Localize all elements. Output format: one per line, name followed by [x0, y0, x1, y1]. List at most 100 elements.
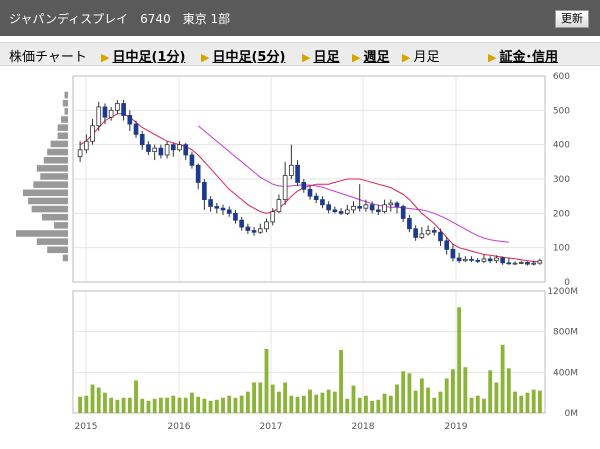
volume-profile-bar [57, 124, 68, 131]
volume-bar [264, 348, 269, 413]
volume-bar [233, 397, 238, 413]
candle-body [301, 182, 307, 190]
volume-tick-label: 0M [565, 409, 579, 419]
candle-body [158, 147, 164, 156]
volume-bar [158, 397, 163, 413]
volume-profile-bar [43, 156, 68, 164]
volume-profile-bar [47, 246, 68, 254]
volume-bar [96, 387, 101, 413]
volume-bar [426, 387, 430, 413]
candle-body [438, 231, 443, 242]
x-tick-label: 2016 [168, 422, 191, 432]
volume-bar [121, 397, 126, 413]
candle-body [400, 206, 406, 219]
candle-body [518, 262, 524, 264]
candle-body [183, 144, 189, 156]
volume-profile-bar [42, 213, 68, 221]
candle-body [226, 209, 232, 214]
candle-body [369, 204, 375, 211]
volume-bar [252, 382, 257, 413]
volume-tick-label: 400M [553, 368, 578, 378]
volume-bar [90, 384, 95, 413]
price-tick-label: 300 [553, 175, 570, 185]
candle-body [475, 259, 481, 262]
volume-bar [513, 391, 517, 413]
volume-bar [475, 395, 480, 413]
volume-bar [134, 380, 138, 413]
volume-bar [469, 397, 474, 413]
volume-profile-bar [50, 140, 68, 148]
volume-bar [177, 397, 182, 413]
volume-bar [314, 394, 319, 413]
candle-body [481, 258, 487, 262]
volume-bar [413, 390, 418, 413]
x-tick-label: 2015 [75, 422, 98, 432]
volume-bar [339, 349, 343, 413]
volume-profile-bar [31, 205, 69, 213]
volume-bar [165, 397, 170, 413]
volume-profile-bar [28, 197, 69, 205]
volume-profile-bar [33, 181, 68, 188]
volume-bar [432, 397, 437, 413]
volume-bar [332, 391, 337, 413]
candle-body [83, 140, 89, 151]
volume-bar [531, 389, 536, 413]
candle-body [313, 195, 319, 201]
candle-body [531, 262, 537, 265]
candle-body [444, 240, 450, 250]
candle-body [500, 257, 505, 264]
candle-body [121, 103, 126, 116]
price-tick-label: 500 [553, 106, 570, 116]
volume-bar [482, 398, 486, 413]
candle-body [326, 204, 331, 211]
volume-profile-bar [47, 148, 68, 156]
volume-profile-bar [40, 173, 68, 180]
candle-body [245, 226, 251, 231]
candle-body [96, 106, 102, 127]
candle-body [146, 144, 151, 152]
candle-body [189, 154, 195, 166]
volume-bar [457, 307, 462, 413]
volume-bar [270, 384, 275, 413]
candle-body [469, 258, 474, 261]
volume-bar [407, 373, 412, 413]
volume-bar [345, 398, 350, 413]
candle-body [388, 202, 394, 206]
candle-body [320, 199, 325, 206]
stock-chart: 2015 2016 2017 2018 201901002003004005006000… [16, 72, 579, 432]
volume-profile-bar [22, 189, 68, 197]
volume-bar [84, 395, 89, 413]
candle-body [251, 230, 257, 233]
volume-profile-bar [64, 91, 68, 99]
volume-bar [227, 395, 232, 413]
x-tick-label: 2019 [445, 422, 468, 432]
volume-bar [363, 395, 368, 413]
candle-body [425, 230, 431, 235]
candle-body [537, 260, 543, 264]
candle-body [506, 262, 512, 265]
candle-body [289, 164, 294, 176]
volume-bar [357, 397, 362, 413]
volume-bar [183, 397, 188, 413]
candle-body [295, 164, 300, 183]
volume-bar [196, 396, 201, 413]
candle-body [525, 262, 530, 265]
candle-body [512, 262, 518, 265]
volume-profile-bar [57, 132, 68, 140]
volume-bar [444, 378, 449, 413]
candle-body [220, 207, 226, 211]
volume-bar [537, 390, 542, 413]
candle-body [407, 218, 412, 230]
volume-bar [295, 396, 300, 413]
candle-body [115, 103, 120, 111]
candle-body [108, 109, 114, 118]
volume-bar [103, 392, 107, 413]
candle-body [164, 144, 170, 156]
candle-body [102, 106, 108, 118]
volume-bar [488, 370, 493, 413]
candle-body [382, 204, 387, 213]
volume-bar [239, 395, 244, 413]
price-tick-label: 200 [553, 209, 570, 219]
volume-profile-bar [36, 165, 68, 172]
volume-bar [289, 395, 294, 413]
